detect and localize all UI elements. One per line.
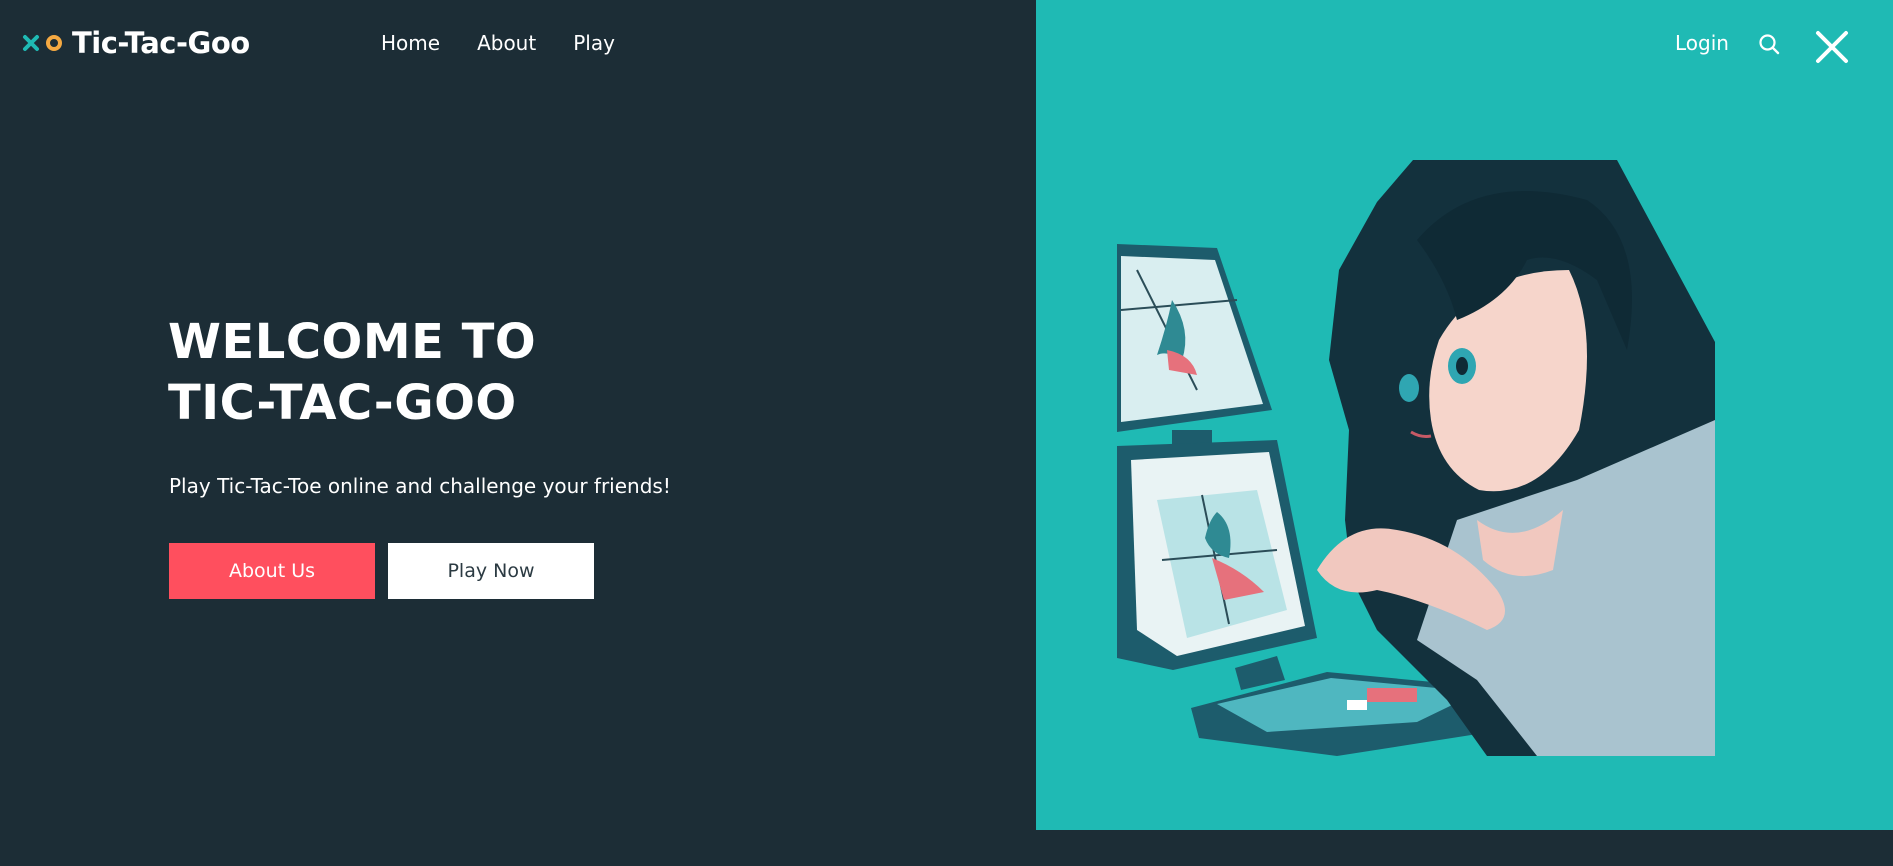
login-link[interactable]: Login bbox=[1675, 28, 1729, 58]
hero-title-line-2: TIC-TAC-GOO bbox=[168, 375, 517, 431]
main-nav: Home About Play bbox=[381, 28, 652, 58]
nav-item-home[interactable]: Home bbox=[381, 28, 440, 58]
close-icon[interactable] bbox=[1814, 29, 1850, 65]
o-mark-icon bbox=[46, 35, 62, 51]
girl-illustration bbox=[1317, 160, 1715, 756]
nav-item-play[interactable]: Play bbox=[573, 28, 615, 58]
search-icon[interactable] bbox=[1758, 33, 1780, 55]
hero-title-line-1: WELCOME TO bbox=[168, 314, 537, 370]
play-now-button[interactable]: Play Now bbox=[388, 543, 594, 599]
monitor-back-illustration bbox=[1117, 244, 1272, 454]
about-us-button[interactable]: About Us bbox=[169, 543, 375, 599]
brand-logo[interactable]: Tic-Tac-Goo bbox=[22, 24, 250, 62]
monitor-front-illustration bbox=[1117, 440, 1317, 690]
nav-item-about[interactable]: About bbox=[477, 28, 536, 58]
hero-title: WELCOME TO TIC-TAC-GOO bbox=[168, 312, 536, 434]
brand-name: Tic-Tac-Goo bbox=[72, 26, 250, 60]
hero-illustration bbox=[1117, 160, 1715, 756]
x-mark-icon bbox=[23, 35, 39, 51]
hero-subtitle: Play Tic-Tac-Toe online and challenge yo… bbox=[169, 474, 671, 498]
